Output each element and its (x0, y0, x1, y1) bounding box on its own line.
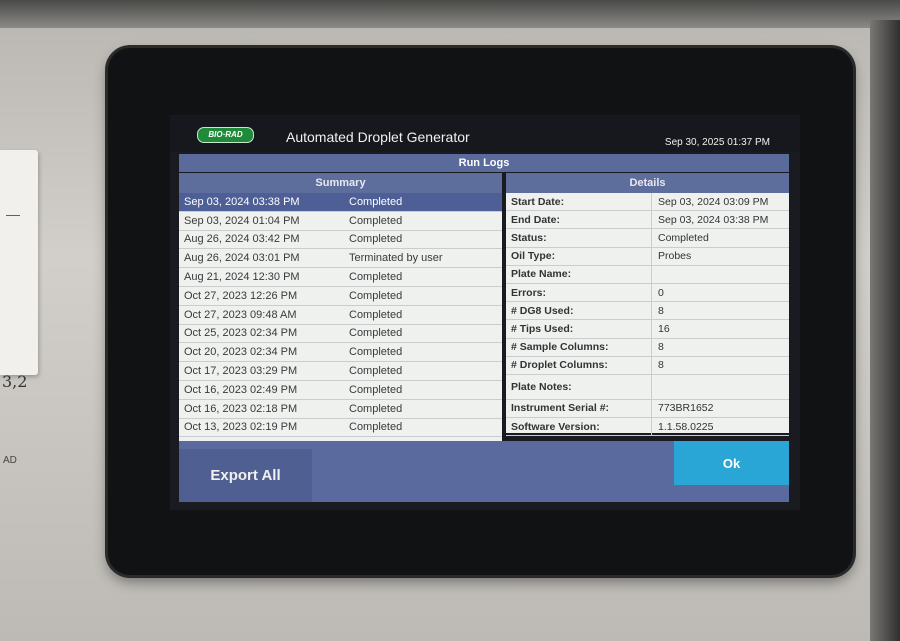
run-date: Oct 27, 2023 12:26 PM (184, 289, 298, 302)
detail-row: Plate Notes: (506, 374, 789, 400)
summary-list[interactable]: Sep 03, 2024 03:38 PM Completed Sep 03, 20… (179, 193, 502, 438)
run-date: Oct 16, 2023 02:18 PM (184, 402, 298, 415)
detail-row: # Sample Columns: 8 (506, 338, 789, 357)
current-datetime: Sep 30, 2025 01:37 PM (664, 137, 770, 148)
detail-label: Start Date: (506, 193, 652, 211)
run-date: Oct 17, 2023 03:29 PM (184, 365, 298, 378)
detail-label: # Tips Used: (506, 320, 652, 338)
run-status: Completed (349, 233, 403, 246)
detail-row: Oil Type: Probes (506, 247, 789, 266)
summary-row[interactable]: Oct 27, 2023 09:48 AM Completed (179, 306, 502, 325)
summary-row[interactable]: Oct 16, 2023 02:49 PM Completed (179, 381, 502, 400)
summary-header: Summary (179, 173, 502, 193)
summary-row[interactable]: Oct 27, 2023 12:26 PM Completed (179, 287, 502, 306)
run-status: Completed (349, 402, 403, 415)
detail-value: Probes (658, 250, 692, 263)
sticky-note: 3,2 AD (0, 150, 38, 466)
detail-row: End Date: Sep 03, 2024 03:38 PM (506, 211, 789, 230)
note-line (6, 215, 20, 216)
detail-value: 1.1.58.0225 (658, 420, 714, 433)
summary-row[interactable]: Aug 21, 2024 12:30 PM Completed (179, 268, 502, 287)
run-status: Completed (349, 365, 403, 378)
bio-rad-logo: BIO·RAD (197, 127, 254, 143)
details-panel: Details Start Date: Sep 03, 2024 03:09 PM… (506, 173, 789, 437)
app-title: Automated Droplet Generator (286, 129, 470, 145)
run-status: Terminated by user (349, 252, 443, 265)
run-date: Sep 03, 2024 03:38 PM (184, 195, 300, 208)
run-status: Completed (349, 195, 403, 208)
detail-label: # DG8 Used: (506, 302, 652, 320)
summary-row[interactable]: Oct 25, 2023 02:34 PM Completed (179, 325, 502, 344)
detail-label: End Date: (506, 211, 652, 229)
run-date: Oct 20, 2023 02:34 PM (184, 346, 298, 359)
run-date: Oct 27, 2023 09:48 AM (184, 308, 297, 321)
run-status: Completed (349, 271, 403, 284)
header-bar: BIO·RAD Automated Droplet Generator Sep … (170, 115, 800, 152)
detail-value: 0 (658, 286, 664, 299)
detail-row: Plate Name: (506, 265, 789, 284)
summary-panel: Summary Sep 03, 2024 03:38 PM Completed Se… (179, 173, 502, 441)
detail-row: Start Date: Sep 03, 2024 03:09 PM (506, 193, 789, 212)
run-status: Completed (349, 289, 403, 302)
run-date: Oct 13, 2023 02:19 PM (184, 421, 298, 434)
summary-row[interactable]: Sep 03, 2024 03:38 PM Completed (179, 193, 502, 212)
export-all-button[interactable]: Export All (179, 449, 312, 502)
detail-label: Software Version: (506, 418, 652, 436)
detail-row: # Tips Used: 16 (506, 320, 789, 339)
device-housing-top (0, 0, 900, 28)
detail-row: Software Version: 1.1.58.0225 (506, 418, 789, 437)
detail-value: 773BR1652 (658, 402, 714, 415)
detail-value: 16 (658, 322, 670, 335)
note-mark: AD (3, 455, 17, 466)
run-status: Completed (349, 327, 403, 340)
detail-label: # Sample Columns: (506, 338, 652, 356)
run-date: Aug 26, 2024 03:01 PM (184, 252, 300, 265)
detail-row: # DG8 Used: 8 (506, 302, 789, 321)
detail-row: Status: Completed (506, 229, 789, 248)
bottom-bar: Export All Ok (179, 441, 789, 502)
detail-label: Oil Type: (506, 247, 652, 265)
run-status: Completed (349, 214, 403, 227)
run-date: Oct 16, 2023 02:49 PM (184, 383, 298, 396)
detail-value: Completed (658, 231, 709, 244)
detail-value: 8 (658, 359, 664, 372)
detail-value: Sep 03, 2024 03:09 PM (658, 195, 769, 208)
detail-row: # Droplet Columns: 8 (506, 356, 789, 375)
detail-label: Plate Name: (506, 265, 652, 283)
detail-row: Instrument Serial #: 773BR1652 (506, 399, 789, 419)
run-date: Aug 21, 2024 12:30 PM (184, 271, 300, 284)
run-date: Aug 26, 2024 03:42 PM (184, 233, 300, 246)
summary-row[interactable]: Oct 13, 2023 02:19 PM Completed (179, 419, 502, 438)
run-date: Oct 25, 2023 02:34 PM (184, 327, 298, 340)
summary-row[interactable]: Oct 20, 2023 02:34 PM Completed (179, 343, 502, 363)
detail-label: Instrument Serial #: (506, 399, 652, 418)
detail-value: Sep 03, 2024 03:38 PM (658, 213, 769, 226)
detail-label: Status: (506, 229, 652, 247)
run-status: Completed (349, 383, 403, 396)
run-status: Completed (349, 346, 403, 359)
run-status: Completed (349, 308, 403, 321)
detail-value: 8 (658, 341, 664, 354)
details-header: Details (506, 173, 789, 193)
summary-row[interactable]: Oct 17, 2023 03:29 PM Completed (179, 362, 502, 381)
detail-label: # Droplet Columns: (506, 356, 652, 374)
summary-row[interactable]: Aug 26, 2024 03:01 PM Terminated by user (179, 249, 502, 269)
detail-row: Errors: 0 (506, 283, 789, 303)
summary-row[interactable]: Oct 16, 2023 02:18 PM Completed (179, 400, 502, 419)
device-housing-edge (870, 20, 900, 641)
detail-label: Plate Notes: (506, 374, 652, 399)
run-status: Completed (349, 421, 403, 434)
touch-screen: BIO·RAD Automated Droplet Generator Sep … (170, 115, 800, 510)
note-scribble: 3,2 (2, 372, 28, 391)
summary-row[interactable]: Aug 26, 2024 03:42 PM Completed (179, 231, 502, 250)
details-list: Start Date: Sep 03, 2024 03:09 PM End Date… (506, 193, 789, 437)
run-logs-title: Run Logs (179, 154, 789, 172)
detail-label: Errors: (506, 283, 652, 302)
detail-value: 8 (658, 304, 664, 317)
ok-button[interactable]: Ok (674, 441, 789, 485)
run-date: Sep 03, 2024 01:04 PM (184, 214, 300, 227)
summary-row[interactable]: Sep 03, 2024 01:04 PM Completed (179, 212, 502, 231)
